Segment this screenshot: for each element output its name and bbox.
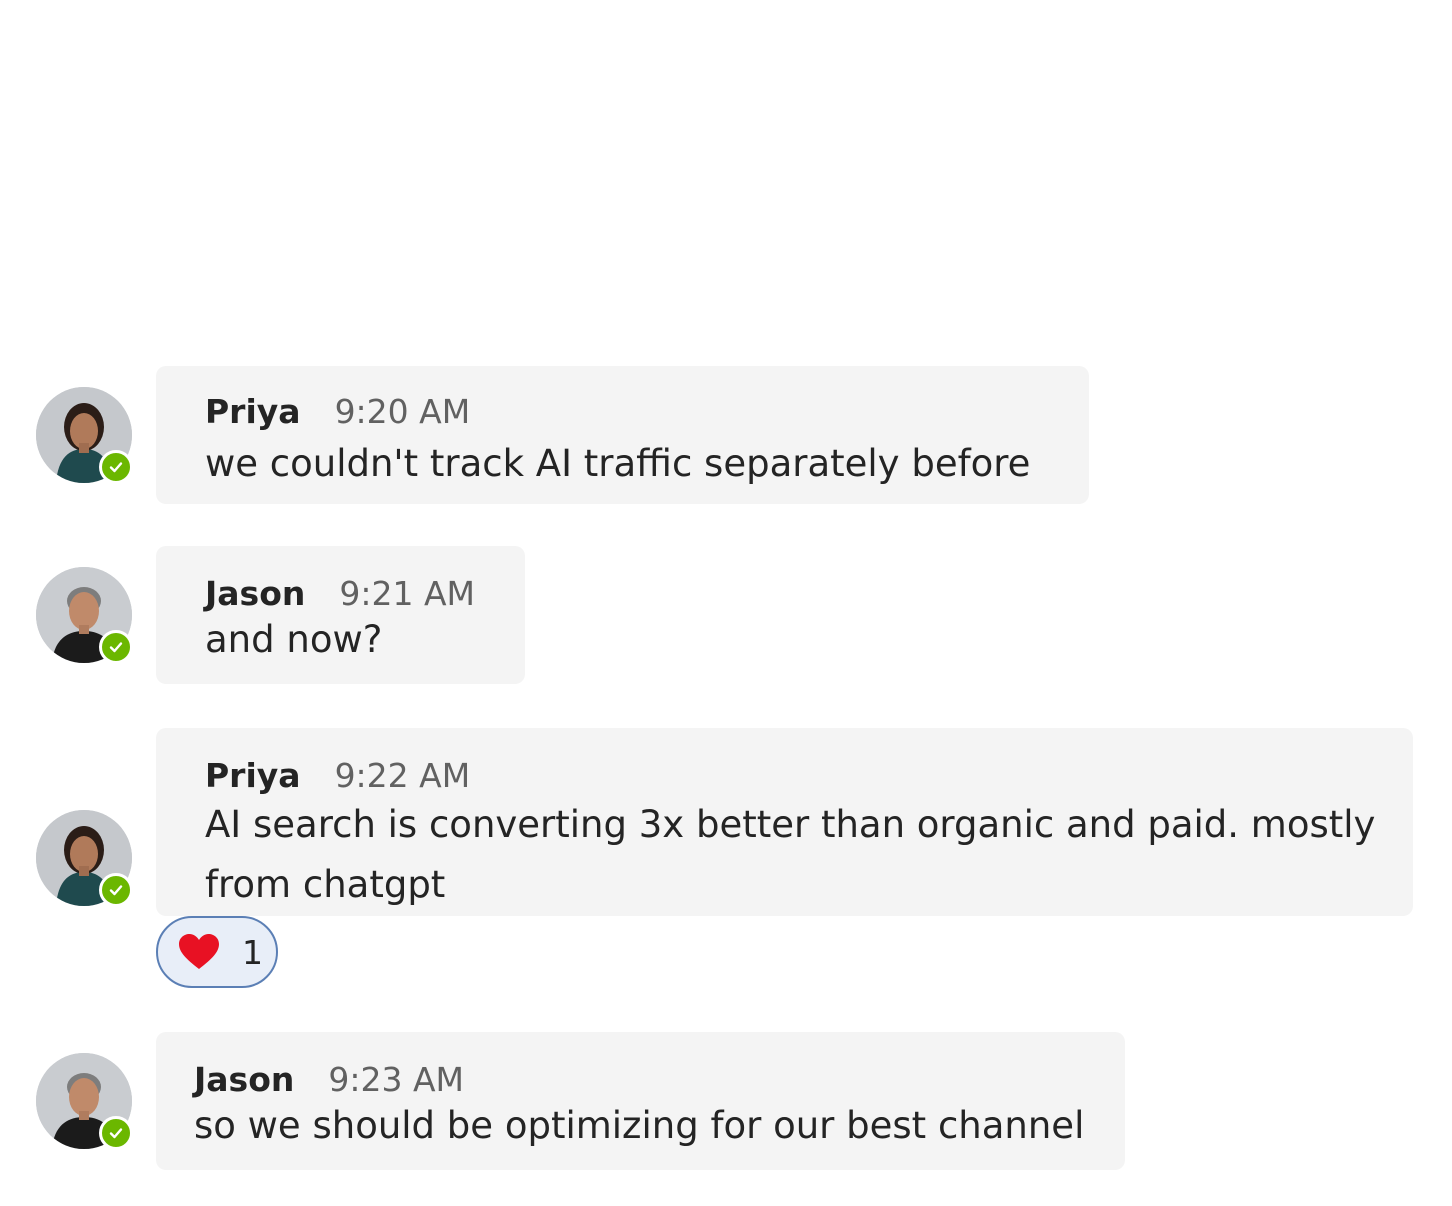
heart-icon xyxy=(179,934,219,969)
message-text: we couldn't track AI traffic separately … xyxy=(205,442,1031,485)
presence-available-icon xyxy=(99,630,133,664)
message-author[interactable]: Priya xyxy=(205,392,301,431)
message-bubble[interactable]: Jason 9:21 AM and now? xyxy=(156,546,525,684)
reaction-heart-button[interactable]: 1 xyxy=(156,916,278,988)
presence-available-icon xyxy=(99,1116,133,1150)
reaction-count: 1 xyxy=(242,932,263,972)
message-author[interactable]: Jason xyxy=(205,574,305,613)
message-bubble[interactable]: Priya 9:22 AM AI search is converting 3x … xyxy=(156,728,1413,916)
message-bubble[interactable]: Jason 9:23 AM so we should be optimizing … xyxy=(156,1032,1125,1170)
message-timestamp: 9:21 AM xyxy=(339,574,476,613)
presence-available-icon xyxy=(99,873,133,907)
message-text: from chatgpt xyxy=(205,863,446,906)
message-timestamp: 9:23 AM xyxy=(328,1060,465,1099)
message-text: and now? xyxy=(205,618,383,661)
message-text: AI search is converting 3x better than o… xyxy=(205,803,1376,846)
chat-thread: Priya 9:20 AM we couldn't track AI traffi… xyxy=(0,0,1452,1206)
message-timestamp: 9:20 AM xyxy=(334,392,471,431)
message-author[interactable]: Jason xyxy=(194,1060,294,1099)
message-bubble[interactable]: Priya 9:20 AM we couldn't track AI traffi… xyxy=(156,366,1089,504)
message-text: so we should be optimizing for our best … xyxy=(194,1104,1085,1147)
presence-available-icon xyxy=(99,450,133,484)
message-author[interactable]: Priya xyxy=(205,756,301,795)
message-timestamp: 9:22 AM xyxy=(334,756,471,795)
